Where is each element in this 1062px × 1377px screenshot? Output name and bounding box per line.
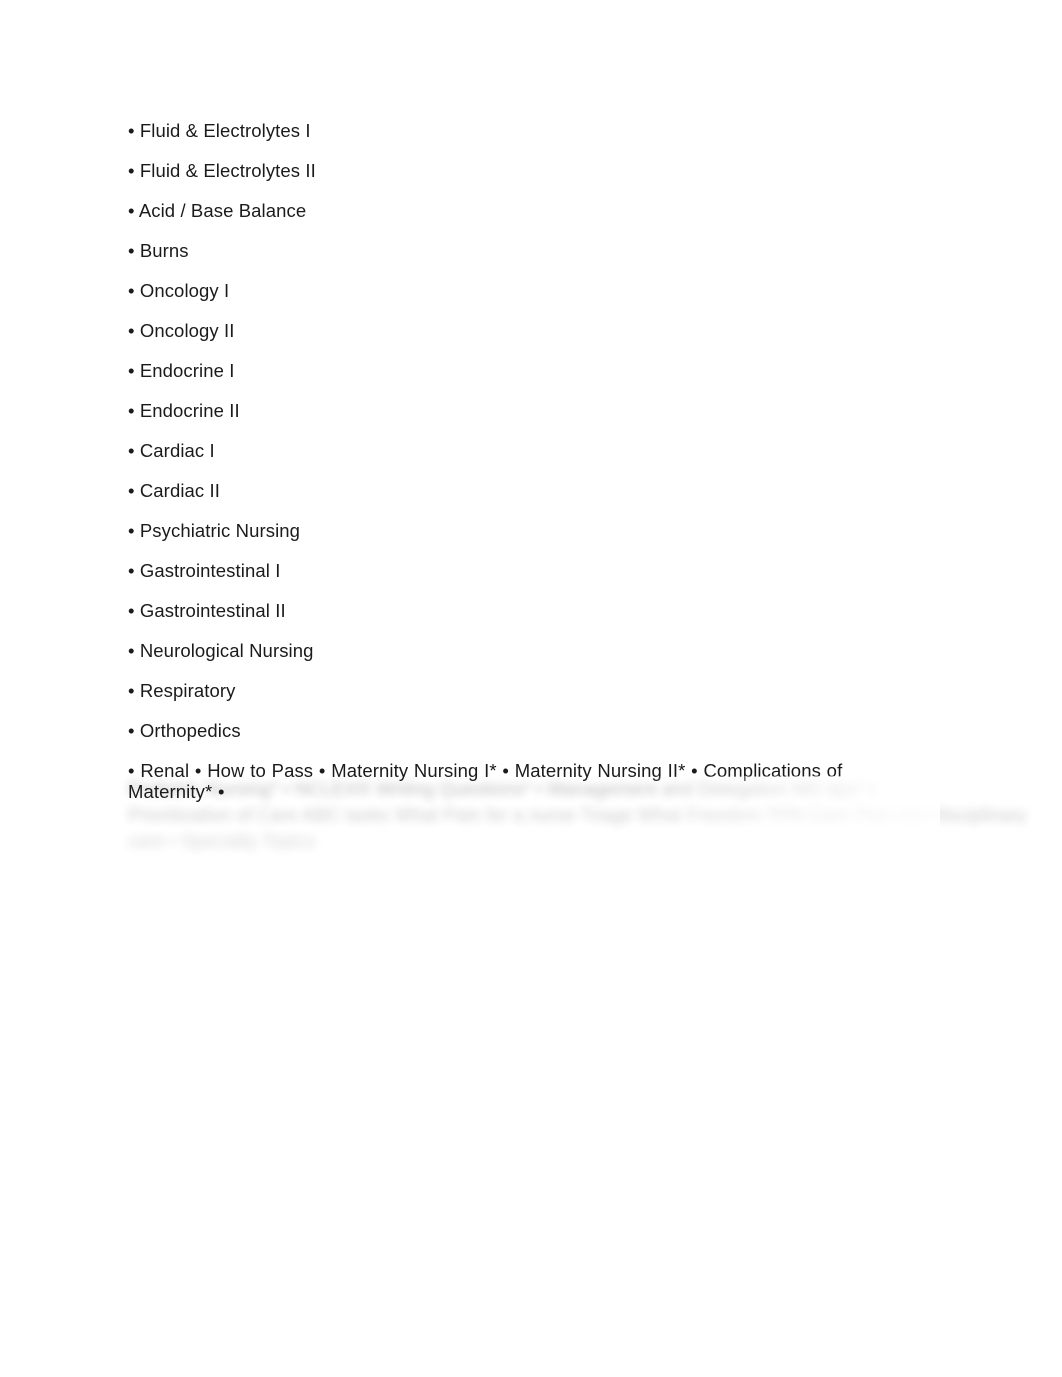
- list-item-label: Orthopedics: [139, 720, 241, 741]
- list-bullet: •: [128, 200, 135, 221]
- list-item: • Oncology II: [128, 320, 938, 341]
- list-item-label: Endocrine I: [139, 360, 235, 381]
- list-item-label: Neurological Nursing: [139, 640, 314, 661]
- list-item: • Fluid & Electrolytes I: [128, 120, 938, 141]
- list-item: • Fluid & Electrolytes II: [128, 160, 938, 181]
- list-item-label: Burns: [139, 240, 189, 261]
- list-item: • Neurological Nursing: [128, 640, 938, 661]
- list-bullet: •: [128, 680, 135, 701]
- list-bullet: •: [128, 640, 135, 661]
- list-item: • Burns: [128, 240, 938, 261]
- list-item: • Orthopedics: [128, 720, 938, 741]
- list-item: • Oncology I: [128, 280, 938, 301]
- list-item: • Respiratory: [128, 680, 938, 701]
- bulleted-topic-list: • Fluid & Electrolytes I • Fluid & Elect…: [128, 120, 938, 802]
- list-bullet: •: [128, 600, 135, 621]
- list-bullet: •: [128, 560, 135, 581]
- list-bullet: •: [128, 440, 135, 461]
- list-bullet: •: [128, 280, 135, 301]
- list-item: • Cardiac II: [128, 480, 938, 501]
- list-item-label: Acid / Base Balance: [138, 200, 307, 221]
- list-item-label: Oncology II: [139, 320, 235, 341]
- list-item-label: Cardiac I: [139, 440, 215, 461]
- list-bullet: •: [128, 360, 135, 381]
- list-item-label: Oncology I: [139, 280, 230, 301]
- list-item: • Gastrointestinal II: [128, 600, 938, 621]
- list-item: • Cardiac I: [128, 440, 938, 461]
- list-item-label: Fluid & Electrolytes II: [139, 160, 316, 181]
- blurred-line: care • Specialty Topics: [128, 830, 316, 851]
- list-bullet: •: [128, 120, 135, 141]
- list-item: • Endocrine II: [128, 400, 938, 421]
- list-bullet: •: [128, 400, 135, 421]
- list-bullet: •: [128, 240, 135, 261]
- list-bullet: •: [128, 160, 135, 181]
- list-item-label: Endocrine II: [139, 400, 240, 421]
- list-bullet: •: [128, 520, 135, 541]
- list-item: • Gastrointestinal I: [128, 560, 938, 581]
- document-page: • Fluid & Electrolytes I • Fluid & Elect…: [0, 0, 1062, 1377]
- list-item-label: Cardiac II: [139, 480, 220, 501]
- list-item-label: Gastrointestinal I: [139, 560, 281, 581]
- blurred-continuation-text: Pediatric Nursing* • NCLEX® Writing Ques…: [128, 776, 1027, 854]
- list-item-label: Respiratory: [139, 680, 236, 701]
- list-bullet: •: [128, 720, 135, 741]
- list-item: • Acid / Base Balance: [128, 200, 938, 221]
- blurred-line: Prioritization of Care ABC tasks What Pa…: [128, 804, 1027, 825]
- list-item-label: Fluid & Electrolytes I: [139, 120, 311, 141]
- blurred-line: Pediatric Nursing* • NCLEX® Writing Ques…: [128, 778, 876, 799]
- list-item-label: Psychiatric Nursing: [139, 520, 301, 541]
- list-bullet: •: [128, 320, 135, 341]
- list-item: • Endocrine I: [128, 360, 938, 381]
- list-bullet: •: [128, 480, 135, 501]
- list-item-label: Gastrointestinal II: [139, 600, 286, 621]
- list-item: • Psychiatric Nursing: [128, 520, 938, 541]
